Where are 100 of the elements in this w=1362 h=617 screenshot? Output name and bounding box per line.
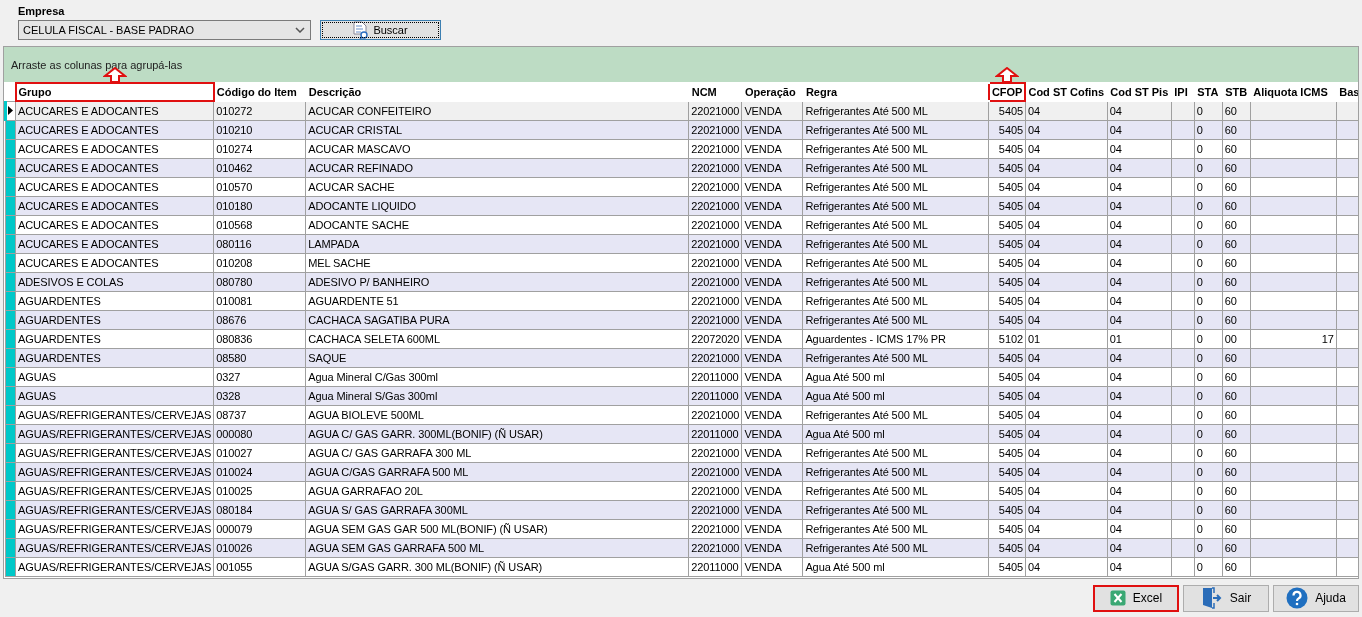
table-cell: VENDA [744,389,782,402]
table-cell: ADOCANTE SACHE [308,218,409,231]
table-cell: VENDA [744,332,782,345]
table-cell: 010180 [216,199,253,212]
table-cell: 5405 [998,541,1023,554]
table-cell: ACUCARES E ADOCANTES [18,199,159,212]
table-cell: 01 [1027,332,1040,345]
table-cell: 04 [1109,161,1122,174]
table-cell: AGUA C/ GAS GARR. 300ML(BONIF) (Ñ USAR) [308,427,543,440]
group-panel-hint: Arraste as colunas para agrupá-las [11,58,183,71]
table-cell: 04 [1109,180,1122,193]
table-cell: VENDA [744,446,782,459]
exit-button[interactable]: Sair [1183,584,1269,612]
table-cell: Refrigerantes Até 500 ML [805,104,928,117]
table-cell: 22021000 [691,503,740,516]
table-cell: Refrigerantes Até 500 ML [805,161,928,174]
table-cell: ACUCARES E ADOCANTES [18,237,159,250]
table-cell: ADESIVOS E COLAS [18,275,124,288]
table-cell: SAQUE [308,351,347,364]
table-cell: 5405 [998,123,1023,136]
table-cell: 04 [1027,161,1040,174]
table-cell: Refrigerantes Até 500 ML [805,503,928,516]
table-cell: VENDA [744,351,782,364]
table-cell: VENDA [744,465,782,478]
table-cell: 5405 [998,560,1023,573]
table-cell: 22021000 [691,104,740,117]
table-cell: ACUCARES E ADOCANTES [18,123,159,136]
table-cell: 0 [1196,275,1203,288]
table-cell: 60 [1224,408,1237,421]
table-cell: 60 [1224,313,1237,326]
table-cell: ADOCANTE LIQUIDO [308,199,417,212]
table-cell: ADESIVO P/ BANHEIRO [308,275,430,288]
table-cell: 04 [1027,370,1040,383]
table-cell: 17 [1321,332,1334,345]
table-cell: 60 [1224,541,1237,554]
table-cell: AGUA S/GAS GARR. 300 ML(BONIF) (Ñ USAR) [308,560,543,573]
table-cell: 0328 [216,389,241,402]
table-cell: 5405 [998,104,1023,117]
table-cell: 0 [1196,389,1203,402]
table-cell: AGUARDENTES [18,332,101,345]
search-button[interactable]: Buscar [320,20,441,40]
table-cell: 0 [1196,123,1203,136]
table-cell: ACUCAR CONFEITEIRO [308,104,432,117]
table-cell: 08676 [216,313,247,326]
exit-door-icon [1200,587,1223,609]
table-cell: 00 [1224,332,1237,345]
table-cell: 22021000 [691,484,740,497]
row-indicator[interactable] [5,101,16,120]
table-cell: AGUA SEM GAS GARRAFA 500 ML [308,541,485,554]
table-cell: AGUA GARRAFAO 20L [308,484,423,497]
table-cell: VENDA [744,104,782,117]
table-cell: 22021000 [691,275,740,288]
empresa-dropdown[interactable]: CELULA FISCAL - BASE PADRAO [18,20,311,40]
table-cell: Refrigerantes Até 500 ML [805,142,928,155]
table-cell: 04 [1027,522,1040,535]
table-cell: VENDA [744,161,782,174]
table-cell: 04 [1027,427,1040,440]
table-cell: 04 [1109,313,1122,326]
table-cell: 22021000 [691,351,740,364]
table-cell: AGUARDENTES [18,294,101,307]
table-cell: 080836 [216,332,253,345]
table-cell: 010024 [216,465,253,478]
table-cell: 5405 [998,351,1023,364]
table-cell: 0 [1196,180,1203,193]
table-cell: AGUA C/GAS GARRAFA 500 ML [308,465,469,478]
empresa-label: Empresa [18,5,66,17]
table-cell: Refrigerantes Até 500 ML [805,256,928,269]
table-cell: 01 [1109,332,1122,345]
table-cell: 22011000 [691,560,739,573]
table-cell: Refrigerantes Até 500 ML [805,351,928,364]
table-cell: VENDA [744,427,782,440]
table-cell: 0 [1196,560,1203,573]
table-cell: 04 [1027,389,1040,402]
table-cell: LAMPADA [308,237,360,250]
table-cell: 60 [1224,256,1237,269]
table-cell: 22021000 [691,142,740,155]
table-cell: VENDA [744,484,782,497]
table-cell: 22011000 [691,389,739,402]
table-cell: VENDA [744,294,782,307]
table-cell: Aguardentes - ICMS 17% PR [805,332,946,345]
table-cell: 080184 [216,503,253,516]
table-cell: Refrigerantes Até 500 ML [805,446,928,459]
table-cell: 5405 [998,218,1023,231]
table-cell: AGUAS/REFRIGERANTES/CERVEJAS [18,522,212,535]
table-cell: 04 [1109,541,1122,554]
excel-button[interactable]: Excel [1093,584,1179,612]
table-cell: VENDA [744,180,782,193]
table-cell: 04 [1109,199,1122,212]
table-cell: MEL SACHE [308,256,371,269]
help-button[interactable]: Ajuda [1273,584,1359,612]
table-cell: VENDA [744,408,782,421]
table-cell: 04 [1027,541,1040,554]
up-arrow-icon [995,67,1020,83]
table-cell: AGUA C/ GAS GARRAFA 300 ML [308,446,472,459]
table-cell: 22021000 [691,313,740,326]
table-cell: 010081 [216,294,253,307]
table-cell: 0 [1196,199,1203,212]
table-cell: 22021000 [691,294,740,307]
table-cell: 5405 [998,484,1023,497]
table-cell: 04 [1109,275,1122,288]
